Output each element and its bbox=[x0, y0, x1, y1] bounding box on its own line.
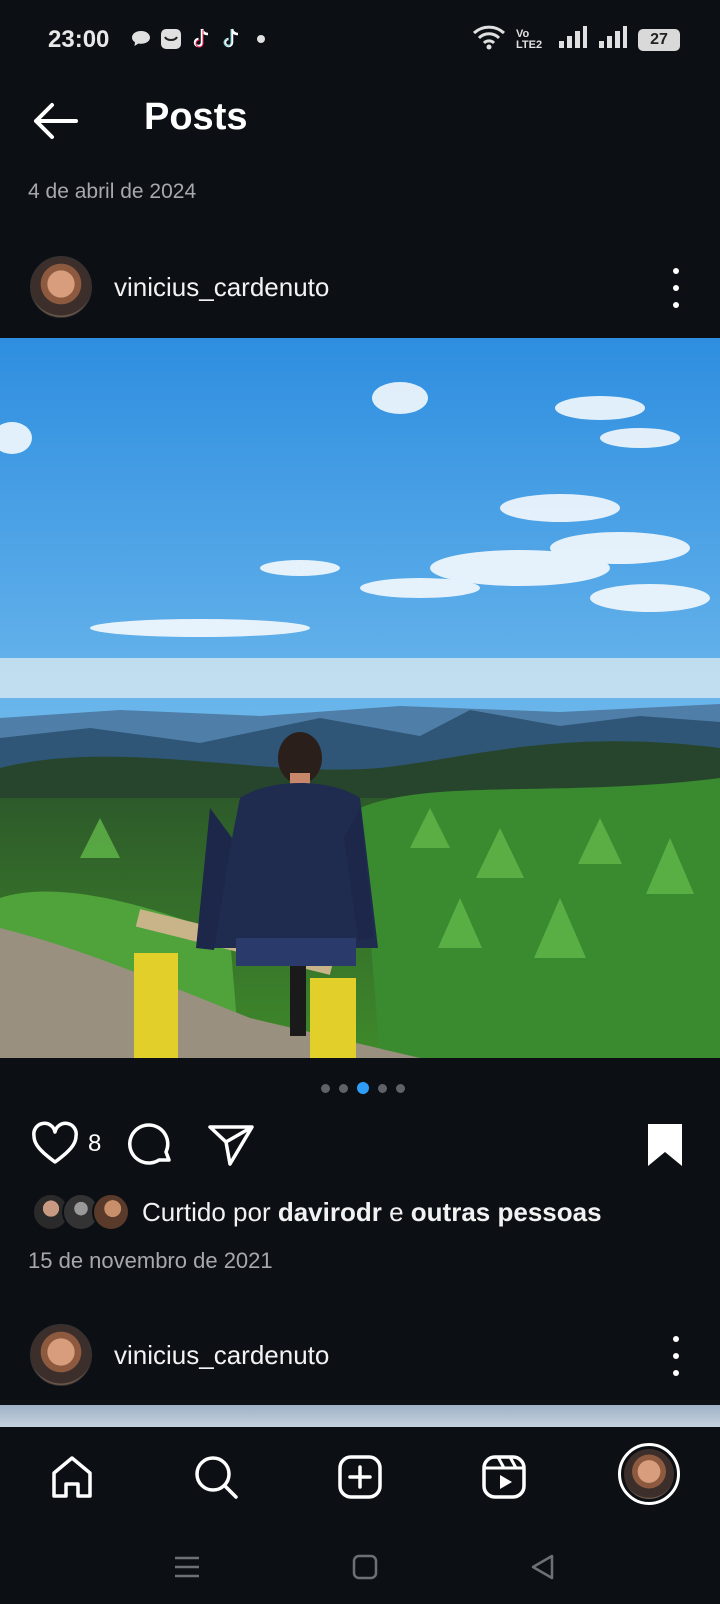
square-icon bbox=[352, 1554, 378, 1580]
nav-create[interactable] bbox=[332, 1449, 388, 1505]
chat-bubble-icon bbox=[130, 28, 152, 50]
section-date: 4 de abril de 2024 bbox=[28, 180, 197, 203]
page-title: Posts bbox=[144, 96, 248, 138]
dot-icon bbox=[250, 28, 272, 50]
carousel-indicator bbox=[321, 1082, 405, 1094]
carousel-dot bbox=[321, 1083, 330, 1093]
send-icon bbox=[208, 1125, 254, 1166]
system-navigation bbox=[0, 1527, 720, 1604]
more-dot bbox=[673, 1336, 679, 1342]
home-system-button[interactable] bbox=[345, 1547, 385, 1587]
arrow-left-icon bbox=[34, 103, 78, 139]
comment-button[interactable] bbox=[126, 1120, 176, 1170]
profile-avatar bbox=[624, 1449, 674, 1499]
nav-reels[interactable] bbox=[476, 1449, 532, 1505]
mail-app-icon bbox=[160, 28, 182, 50]
comment-icon bbox=[128, 1123, 171, 1165]
heart-icon bbox=[32, 1121, 78, 1164]
notification-icons bbox=[130, 28, 272, 50]
carousel-dot bbox=[378, 1083, 387, 1093]
more-dot bbox=[673, 1353, 679, 1359]
more-dot bbox=[673, 285, 679, 291]
volte-label: Vo LTE2 bbox=[516, 27, 543, 51]
liked-by-others[interactable]: outras pessoas bbox=[411, 1197, 602, 1227]
search-icon bbox=[195, 1456, 238, 1499]
liked-by-avatars[interactable] bbox=[32, 1193, 130, 1231]
post-username[interactable]: vinicius_cardenuto bbox=[114, 1340, 329, 1371]
avatar[interactable] bbox=[30, 1324, 92, 1386]
nav-profile[interactable] bbox=[618, 1443, 680, 1505]
back-button[interactable] bbox=[30, 98, 80, 144]
menu-icon bbox=[175, 1556, 199, 1578]
bookmark-filled-icon bbox=[648, 1124, 682, 1166]
battery-indicator: 27 bbox=[638, 28, 680, 51]
more-dot bbox=[673, 302, 679, 308]
more-options-button[interactable] bbox=[666, 1336, 686, 1376]
save-button[interactable] bbox=[640, 1120, 690, 1170]
create-icon bbox=[338, 1455, 382, 1499]
signal-icon bbox=[598, 25, 628, 54]
triangle-back-icon bbox=[531, 1554, 554, 1580]
wifi-icon bbox=[472, 24, 506, 55]
avatar bbox=[92, 1193, 130, 1231]
status-time: 23:00 bbox=[48, 26, 110, 53]
signal-icon bbox=[558, 25, 588, 54]
liked-by-conjunction: e bbox=[381, 1197, 411, 1227]
like-count[interactable]: 8 bbox=[88, 1130, 101, 1158]
carousel-dot bbox=[339, 1083, 348, 1093]
reels-icon bbox=[482, 1455, 526, 1499]
carousel-dot-active bbox=[357, 1082, 369, 1094]
recent-apps-button[interactable] bbox=[167, 1547, 207, 1587]
more-dot bbox=[673, 1370, 679, 1376]
share-button[interactable] bbox=[206, 1120, 256, 1170]
carousel-dot bbox=[396, 1083, 405, 1093]
liked-by-prefix: Curtido por bbox=[142, 1197, 278, 1227]
more-options-button[interactable] bbox=[666, 268, 686, 308]
bottom-navigation bbox=[0, 1427, 720, 1527]
landscape-photo bbox=[0, 338, 720, 1058]
avatar[interactable] bbox=[30, 256, 92, 318]
liked-by-text[interactable]: Curtido por davirodr e outras pessoas bbox=[142, 1197, 602, 1228]
next-post-image[interactable] bbox=[0, 1405, 720, 1427]
back-system-button[interactable] bbox=[523, 1547, 563, 1587]
system-status-icons: Vo LTE2 27 bbox=[472, 24, 680, 55]
liked-by-user[interactable]: davirodr bbox=[278, 1197, 382, 1227]
tiktok-icon bbox=[220, 28, 242, 50]
more-dot bbox=[673, 268, 679, 274]
post-username[interactable]: vinicius_cardenuto bbox=[114, 272, 329, 303]
tiktok-icon bbox=[190, 28, 212, 50]
nav-home[interactable] bbox=[44, 1449, 100, 1505]
post-image[interactable] bbox=[0, 338, 720, 1058]
like-button[interactable] bbox=[30, 1120, 80, 1170]
post-date: 15 de novembro de 2021 bbox=[28, 1248, 273, 1273]
nav-search[interactable] bbox=[188, 1449, 244, 1505]
home-icon bbox=[52, 1456, 92, 1498]
